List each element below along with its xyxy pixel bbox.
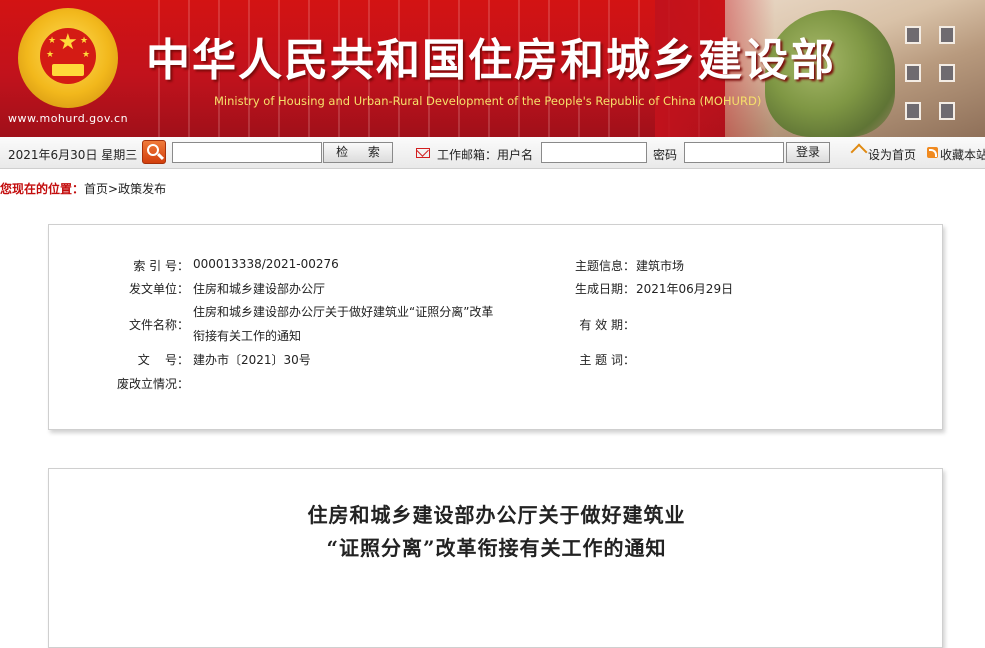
breadcrumb: 您现在的位置：首页>政策发布 [0,180,166,197]
search-icon[interactable] [142,140,166,164]
favorite-link[interactable]: 收藏本站 [940,146,985,163]
issuer-value: 住房和城乡建设部办公厅 [193,282,326,296]
home-icon[interactable] [852,146,864,158]
emblem-small-star: ★ [46,50,55,60]
emblem-small-star: ★ [82,50,91,60]
index-label: 索 引 号： [133,259,189,273]
article-title-line2: “证照分离”改革衔接有关工作的通知 [326,536,667,560]
password-label: 密码 [653,148,678,162]
topic-value: 建筑市场 [636,259,685,273]
article-panel: 住房和城乡建设部办公厅关于做好建筑业 “证照分离”改革衔接有关工作的通知 [48,468,943,648]
document-info-panel: 索 引 号： 000013338/2021-00276 主题信息： 建筑市场 发… [48,224,943,430]
password-field[interactable] [684,142,784,163]
favorite-icon[interactable] [927,147,938,158]
breadcrumb-prefix: 您现在的位置： [0,182,85,196]
search-handle [156,152,165,161]
site-title: 中华人民共和国住房和城乡建设部 [146,35,836,86]
breadcrumb-path[interactable]: 首页>政策发布 [84,182,166,196]
top-toolbar: 2021年6月30日 星期三 检 索 工作邮箱：用户名 密码 登录 设为首页 收… [0,137,985,169]
keywords-label: 主 题 词： [579,353,635,367]
topic-label: 主题信息： [574,259,635,273]
name-value-line2: 衔接有关工作的通知 [193,329,302,343]
emblem-big-star: ★ [58,30,78,55]
login-button[interactable]: 登录 [786,142,830,163]
article-title-line1: 住房和城乡建设部办公厅关于做好建筑业 [307,503,686,527]
site-banner: ★ ★ ★ ★ ★ www.mohurd.gov.cn 中华人民共和国住房和城乡… [0,0,985,137]
emblem-small-star: ★ [80,36,89,46]
mail-icon [416,148,430,158]
site-subtitle: Ministry of Housing and Urban-Rural Deve… [214,94,762,108]
docno-label: 文 号： [137,353,189,367]
set-home-link[interactable]: 设为首页 [868,146,916,163]
index-value: 000013338/2021-00276 [193,257,339,271]
site-url: www.mohurd.gov.cn [8,112,129,125]
search-button[interactable]: 检 索 [323,142,393,163]
mail-label: 工作邮箱：用户名 [437,148,534,162]
emblem-gate [52,64,84,76]
docno-value: 建办市〔2021〕30号 [193,353,311,367]
name-label: 文件名称： [128,318,189,332]
national-emblem-logo[interactable]: ★ ★ ★ ★ ★ [18,8,118,108]
date-value: 2021年06月29日 [636,282,734,296]
status-label: 废改立情况： [116,377,189,391]
issuer-label: 发文单位： [128,282,189,296]
date-label: 生成日期： [574,282,635,296]
validity-label: 有 效 期： [579,318,635,332]
emblem-small-star: ★ [48,36,57,46]
search-input[interactable] [172,142,322,163]
name-value-line1: 住房和城乡建设部办公厅关于做好建筑业“证照分离”改革 [193,305,494,319]
username-field[interactable] [541,142,647,163]
current-date: 2021年6月30日 星期三 [8,148,138,162]
banner-windows [905,22,975,122]
